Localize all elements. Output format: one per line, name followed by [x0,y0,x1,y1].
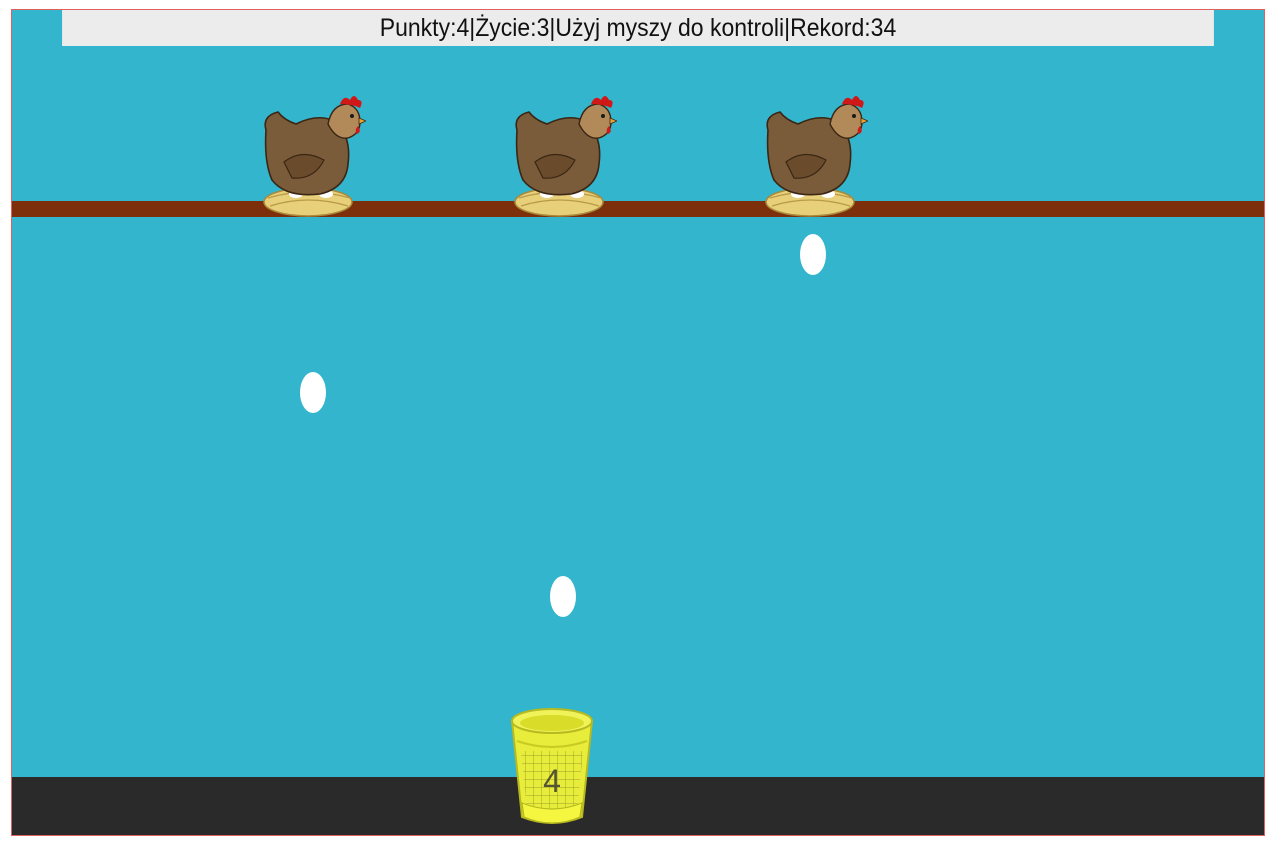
hen-icon [515,96,617,196]
record-label: Rekord: [790,13,871,42]
hen-on-nest-2 [514,96,617,217]
ground [12,777,1264,835]
points-label: Punkty: [379,13,457,42]
score-bar: Punkty: 4 | Życie: 3 | Użyj myszy do kon… [62,10,1214,46]
control-hint: Użyj myszy do kontroli [555,13,785,42]
lives-label: Życie: [475,13,537,42]
falling-egg [550,576,576,617]
hen-icon [264,96,366,196]
play-area[interactable] [12,46,1264,779]
falling-egg [800,234,826,275]
points-value: 4 [456,13,470,42]
hen-on-nest-3 [765,96,868,217]
falling-egg [300,372,326,413]
basket[interactable]: 4 [509,707,595,831]
hen-on-nest-1 [263,96,366,217]
wooden-perch [12,201,1264,217]
record-value: 34 [870,13,897,42]
hen-icon [766,96,868,196]
lives-value: 3 [536,13,550,42]
basket-icon [510,708,594,824]
game-canvas[interactable]: Punkty: 4 | Życie: 3 | Użyj myszy do kon… [11,9,1265,836]
